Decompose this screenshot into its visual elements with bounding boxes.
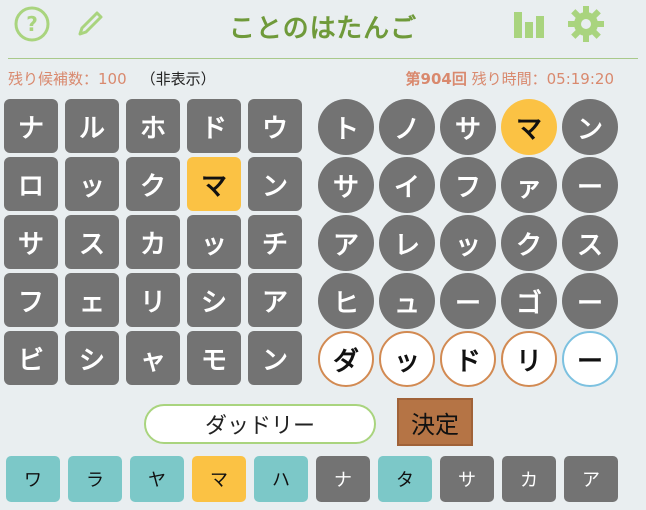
page-title: ことのはたんご <box>228 14 418 44</box>
remaining-candidates: 残り候補数：100 <box>8 70 127 88</box>
header-divider <box>8 58 638 59</box>
kana-key[interactable]: タ <box>378 456 432 502</box>
kana-key[interactable]: ナ <box>316 456 370 502</box>
square-tile: シ <box>65 331 119 385</box>
circle-tile: ァ <box>501 157 557 213</box>
circle-tile: ッ <box>440 215 496 271</box>
circle-tile: マ <box>501 99 557 155</box>
square-tile: ナ <box>4 99 58 153</box>
circle-tile: ア <box>318 215 374 271</box>
circle-tile: リ <box>501 331 557 387</box>
kana-key[interactable]: ハ <box>254 456 308 502</box>
square-tile: ッ <box>187 215 241 269</box>
circle-tile: サ <box>318 157 374 213</box>
gear-icon[interactable] <box>566 4 606 44</box>
circle-tile: ヒ <box>318 273 374 329</box>
hidden-toggle[interactable]: （非表示） <box>141 70 216 88</box>
square-tile: カ <box>126 215 180 269</box>
square-tile: サ <box>4 215 58 269</box>
kana-key[interactable]: カ <box>502 456 556 502</box>
square-tile: マ <box>187 157 241 211</box>
round-number: 第904回 <box>405 70 467 88</box>
circle-tile: ゴ <box>501 273 557 329</box>
circle-tile: ト <box>318 99 374 155</box>
header: ? ことのはたんご <box>0 0 646 52</box>
square-tile: モ <box>187 331 241 385</box>
square-tile: ッ <box>65 157 119 211</box>
round-info: 第904回 残り時間：05:19:20 <box>406 68 614 89</box>
circle-tile: ッ <box>379 331 435 387</box>
kana-key[interactable]: ヤ <box>130 456 184 502</box>
circle-tile: レ <box>379 215 435 271</box>
circle-tile: フ <box>440 157 496 213</box>
time-left: 残り時間：05:19:20 <box>471 70 614 88</box>
kana-key[interactable]: ワ <box>6 456 60 502</box>
square-tile: ア <box>248 273 302 327</box>
kana-key[interactable]: ラ <box>68 456 122 502</box>
square-tile: ン <box>248 157 302 211</box>
circle-tile: イ <box>379 157 435 213</box>
circle-tile: サ <box>440 99 496 155</box>
kana-key[interactable]: ア <box>564 456 618 502</box>
circle-tile: ス <box>562 215 618 271</box>
circle-tile: ュ <box>379 273 435 329</box>
square-tile: チ <box>248 215 302 269</box>
square-tile: ビ <box>4 331 58 385</box>
circle-tile: ク <box>501 215 557 271</box>
circle-tile: ド <box>440 331 496 387</box>
circle-tile: ー <box>562 273 618 329</box>
square-tile: ロ <box>4 157 58 211</box>
submit-button[interactable]: 決定 <box>397 398 473 446</box>
circle-tile: ダ <box>318 331 374 387</box>
circle-tile: ー <box>562 157 618 213</box>
square-tile: ホ <box>126 99 180 153</box>
circle-tile: ー <box>562 331 618 387</box>
square-tile: リ <box>126 273 180 327</box>
circle-tile: ー <box>440 273 496 329</box>
square-tile: ル <box>65 99 119 153</box>
candidates-info: 残り候補数：100 （非表示） <box>8 68 216 89</box>
circle-tile: ノ <box>379 99 435 155</box>
kana-key[interactable]: サ <box>440 456 494 502</box>
stats-icon[interactable] <box>508 4 548 44</box>
kana-key[interactable]: マ <box>192 456 246 502</box>
square-tile: ェ <box>65 273 119 327</box>
square-tile: フ <box>4 273 58 327</box>
square-tile: ク <box>126 157 180 211</box>
square-tile: ャ <box>126 331 180 385</box>
answer-input[interactable]: ダッドリー <box>144 404 376 444</box>
square-tile: シ <box>187 273 241 327</box>
square-tile: ス <box>65 215 119 269</box>
circle-tile: ン <box>562 99 618 155</box>
square-tile: ド <box>187 99 241 153</box>
square-tile: ン <box>248 331 302 385</box>
square-tile: ウ <box>248 99 302 153</box>
